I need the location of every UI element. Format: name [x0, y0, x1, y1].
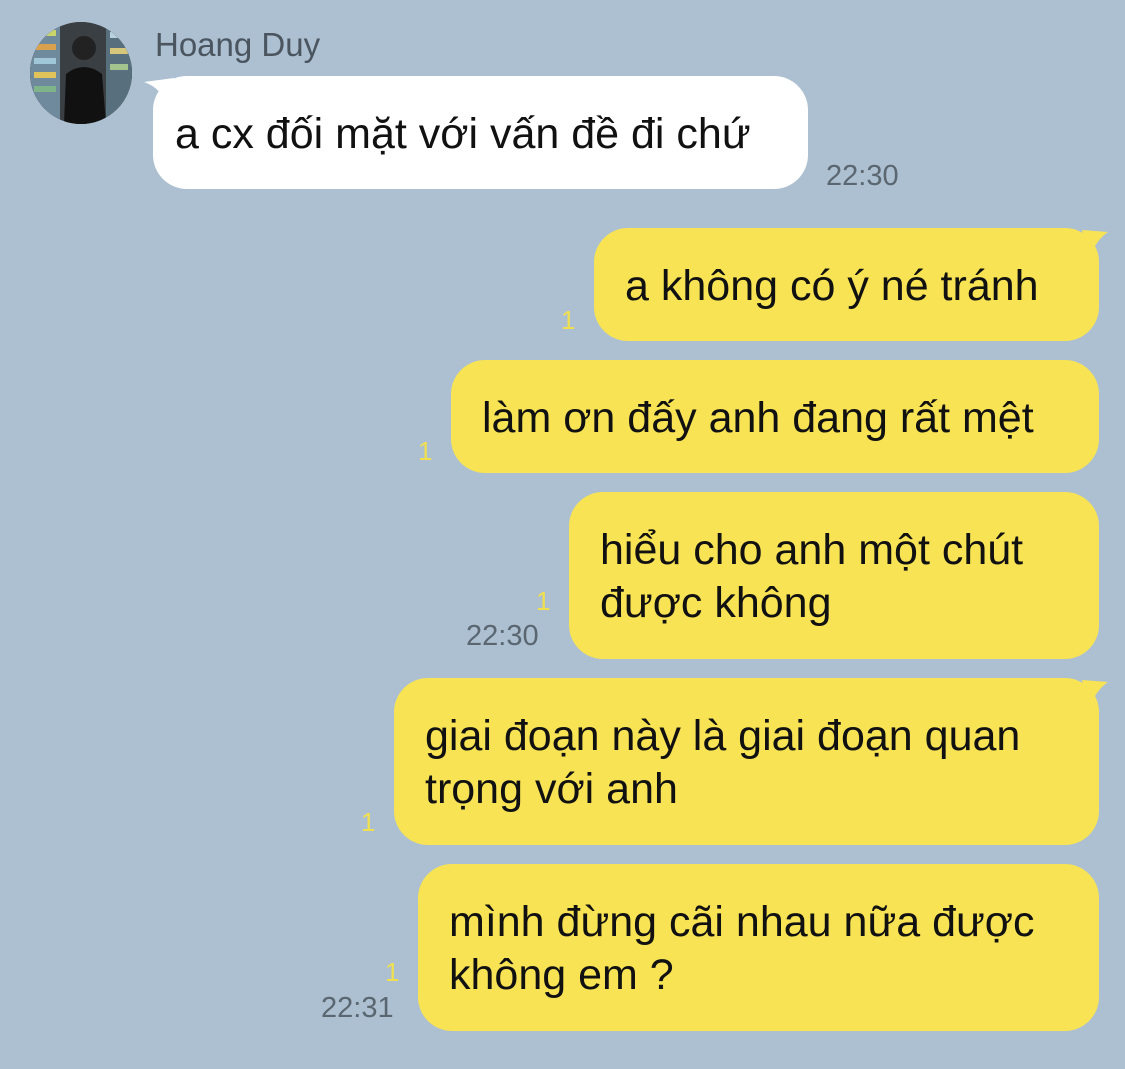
- message-text: a không có ý né tránh: [625, 262, 1039, 310]
- message-timestamp: 22:30: [466, 620, 539, 652]
- message-text-line: mình đừng cãi nhau nữa được: [449, 898, 1035, 946]
- read-count: 1: [418, 436, 433, 466]
- message-text-line: hiểu cho anh một chút: [600, 526, 1024, 574]
- outgoing-message-bubble[interactable]: hiểu cho anh một chút được không: [569, 492, 1099, 659]
- read-count: 1: [385, 957, 400, 987]
- outgoing-message-bubble[interactable]: làm ơn đấy anh đang rất mệt: [451, 360, 1099, 473]
- outgoing-message-bubble[interactable]: a không có ý né tránh: [594, 228, 1099, 341]
- profile-photo-icon: [30, 22, 132, 124]
- message-timestamp: 22:31: [321, 992, 394, 1024]
- contact-avatar[interactable]: [30, 22, 132, 124]
- message-text-line: không em ?: [449, 951, 674, 999]
- outgoing-message-bubble[interactable]: giai đoạn này là giai đoạn quan trọng vớ…: [394, 678, 1099, 845]
- incoming-message-bubble[interactable]: a cx đối mặt với vấn đề đi chứ: [153, 76, 808, 189]
- message-text-line: được không: [600, 579, 832, 627]
- message-text-line: trọng với anh: [425, 765, 678, 813]
- message-text-line: giai đoạn này là giai đoạn quan: [425, 712, 1021, 760]
- message-text: a cx đối mặt với vấn đề đi chứ: [175, 110, 751, 158]
- read-count: 1: [536, 586, 551, 616]
- message-timestamp: 22:30: [826, 160, 899, 192]
- read-count: 1: [561, 305, 576, 335]
- outgoing-message-bubble[interactable]: mình đừng cãi nhau nữa được không em ?: [418, 864, 1099, 1031]
- read-count: 1: [361, 807, 376, 837]
- sender-name: Hoang Duy: [155, 26, 321, 63]
- message-text: làm ơn đấy anh đang rất mệt: [482, 394, 1034, 442]
